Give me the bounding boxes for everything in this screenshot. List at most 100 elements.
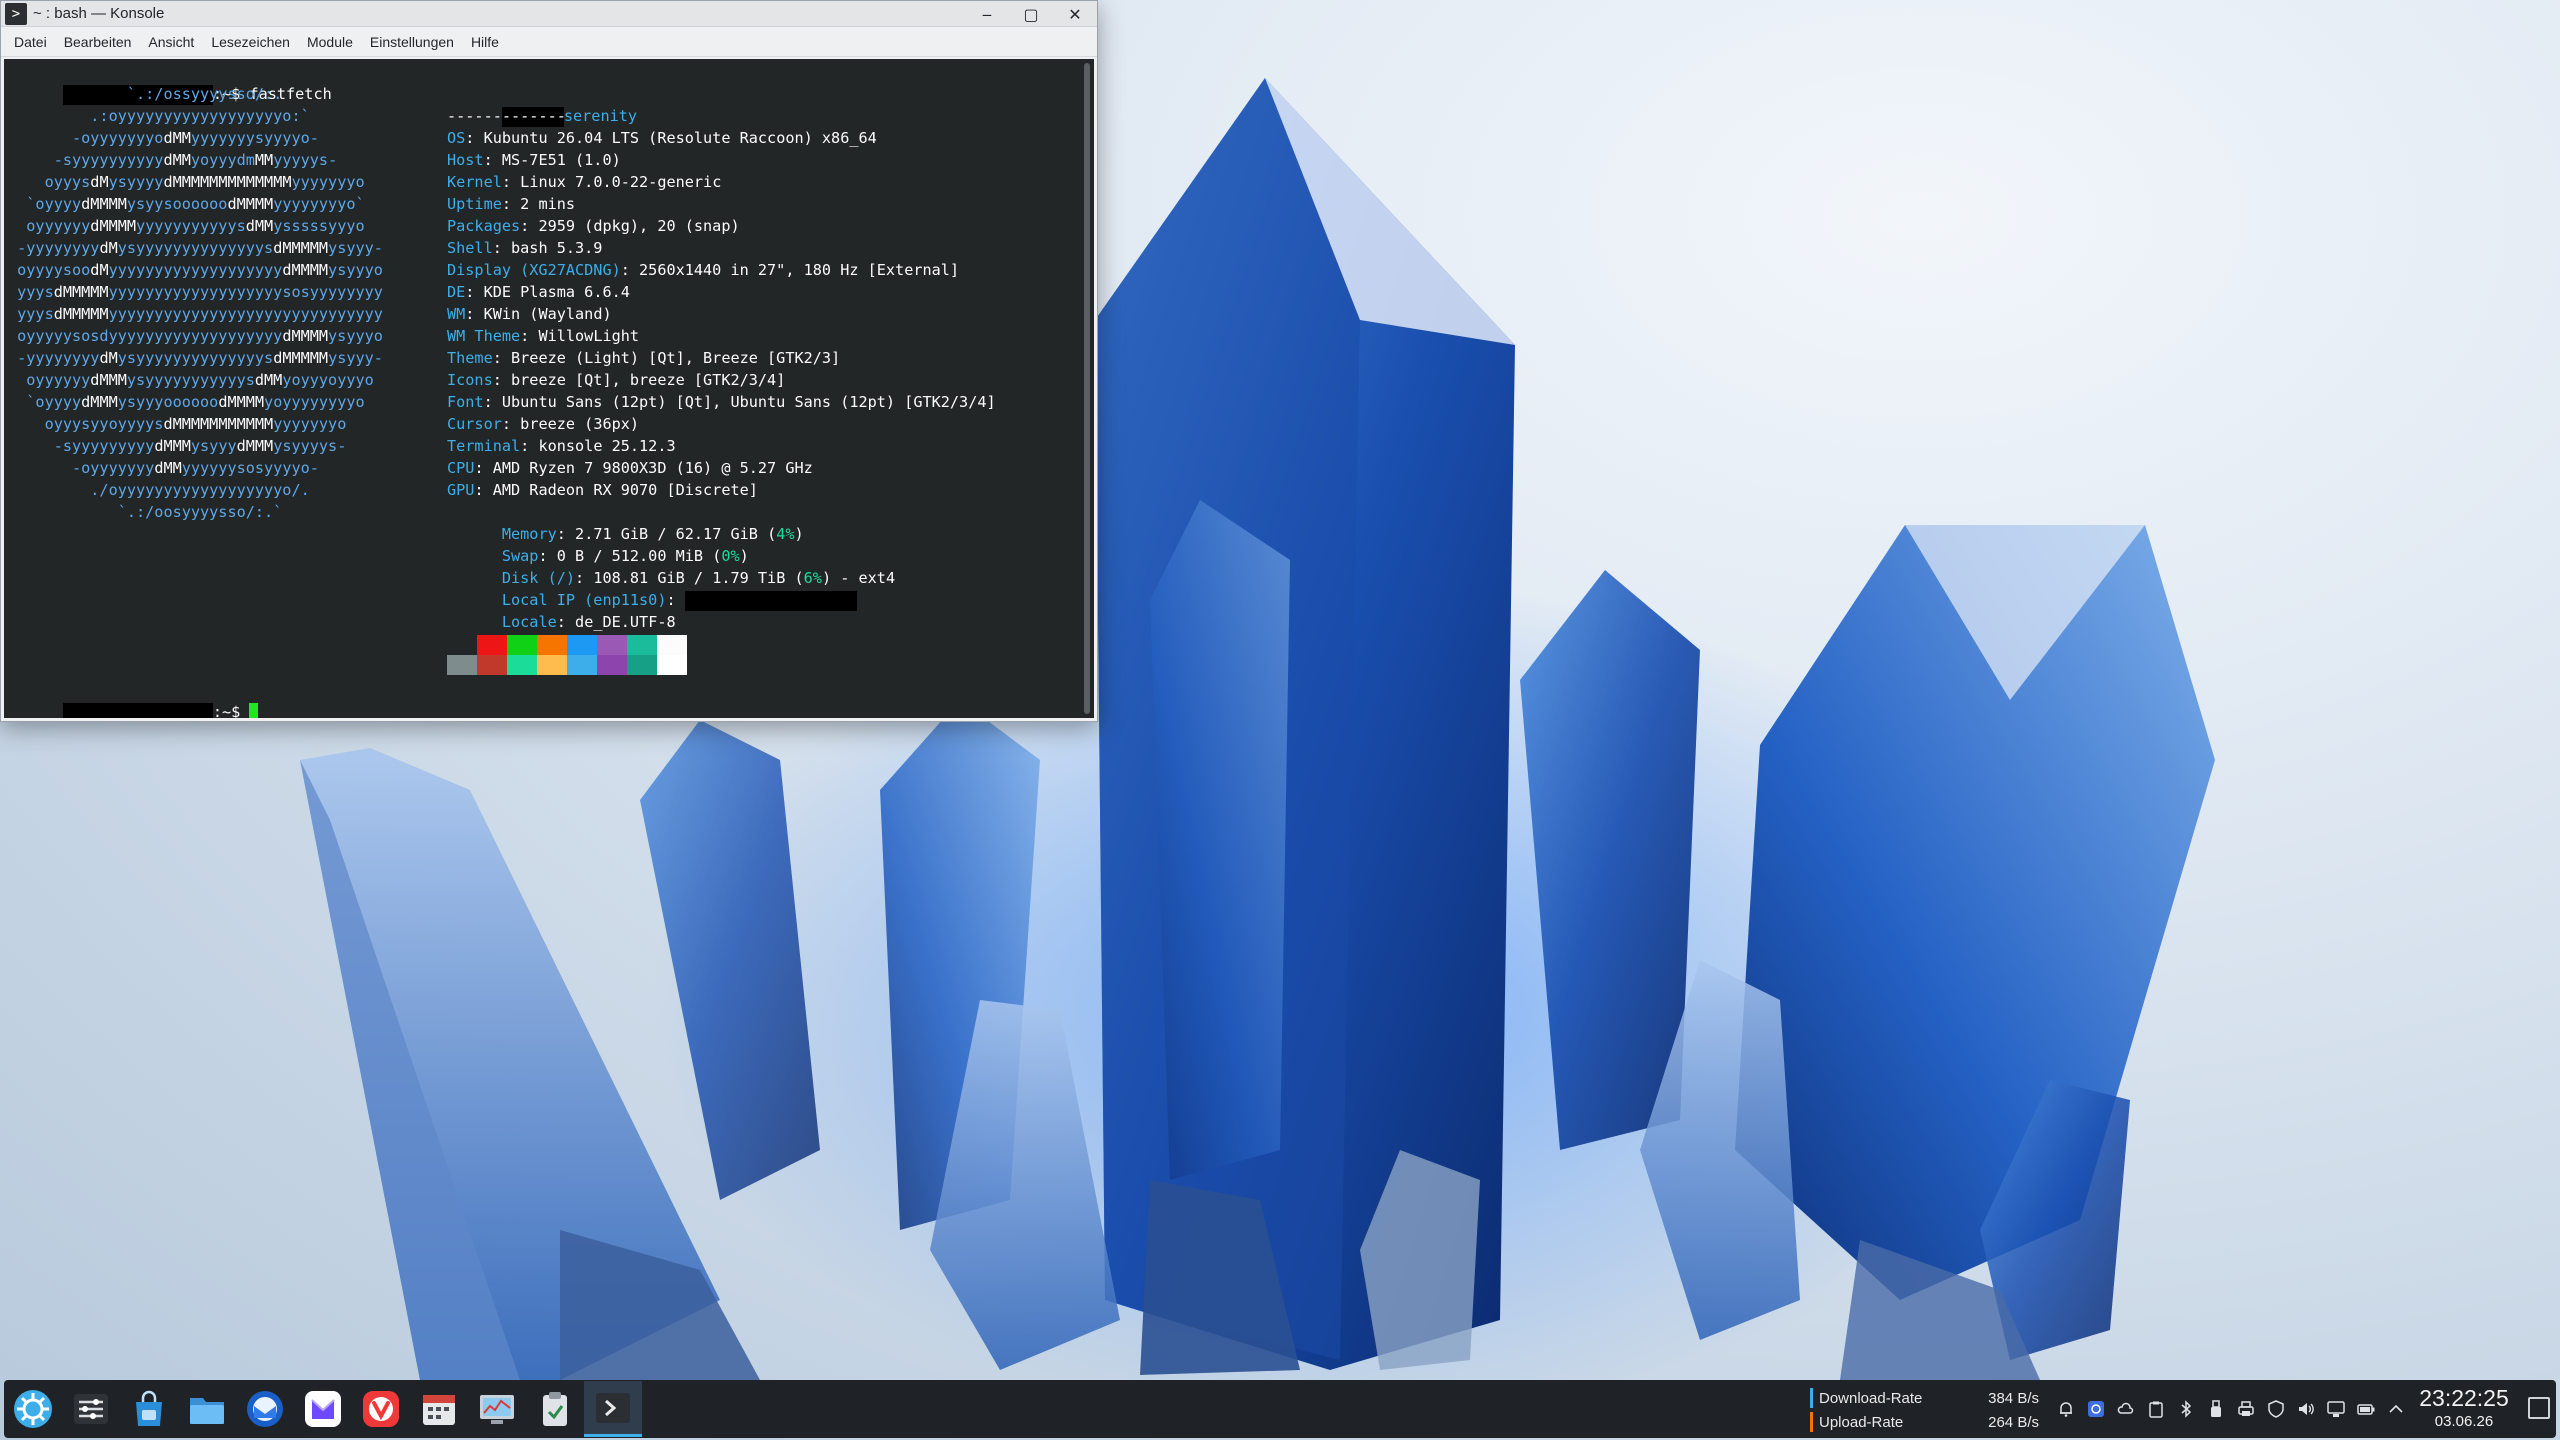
logo-line: oyyysdMysyyyydMMMMMMMMMMMMMyyyyyyyo [8,173,365,191]
palette-swatch [657,655,687,675]
logo-line: `.:/oosyyyysso/:.` [8,503,283,521]
palette-row-normal [447,635,687,655]
info-key: OS [447,129,466,147]
close-button[interactable]: ✕ [1055,1,1095,27]
menu-bar: Datei Bearbeiten Ansicht Lesezeichen Mod… [1,27,1097,57]
info-row: Shell: bash 5.3.9 [447,239,603,257]
logo-line: -oyyyyyyyodMMyyyyyyysyyyyo- [8,129,319,147]
printer-icon[interactable] [2236,1399,2256,1419]
download-rate-label: Download-Rate [1819,1389,1923,1407]
klipper-clipboard-button[interactable] [526,1381,584,1437]
info-row: Terminal: konsole 25.12.3 [447,437,676,455]
info-row: Kernel: Linux 7.0.0-22-generic [447,173,722,191]
menu-module[interactable]: Module [300,34,363,50]
window-titlebar[interactable]: > ~ : bash — Konsole ‒ ▢ ✕ [1,1,1097,27]
vpn-shield-icon[interactable] [2266,1399,2286,1419]
info-value: 2959 (dpkg), 20 (snap) [538,217,740,235]
system-monitor-button[interactable] [468,1381,526,1437]
monitor-chart-icon [480,1395,514,1424]
info-key: WM Theme [447,327,521,345]
info-key: Uptime [447,195,502,213]
active-prompt[interactable]: :~$ [8,679,259,718]
menu-lesezeichen[interactable]: Lesezeichen [204,34,300,50]
palette-swatch [507,655,537,675]
info-key: Terminal [447,437,521,455]
terminal-cursor [249,702,259,718]
proton-mail-icon [305,1391,341,1427]
info-value: Breeze (Light) [Qt], Breeze [GTK2/3] [511,349,841,367]
info-row: WM: KWin (Wayland) [447,305,612,323]
maximize-button[interactable]: ▢ [1011,1,1051,27]
thunderbird-button[interactable] [236,1381,294,1437]
clipboard-tray-icon[interactable] [2146,1399,2166,1419]
palette-swatch [627,635,657,655]
menu-einstellungen[interactable]: Einstellungen [363,34,464,50]
palette-swatch [537,635,567,655]
window-title: ~ : bash — Konsole [33,5,165,22]
logo-line: oyyyyyydMMMysyyyyyyyyyyysdMMyoyyyoyyyo [8,371,374,389]
info-value: 2 mins [520,195,576,213]
download-rate-value: 384 B/s [1988,1389,2039,1407]
bluetooth-icon[interactable] [2176,1399,2196,1419]
palette-row-bright [447,655,687,675]
konsole-task-button[interactable] [584,1381,642,1437]
info-row: Cursor: breeze (36px) [447,415,640,433]
terminal-output[interactable]: :~$ fastfetch `.:/ossyyyysso/:. .:oyyyyy… [4,59,1094,718]
menu-hilfe[interactable]: Hilfe [464,34,509,50]
network-speed-widget[interactable]: Download-Rate 384 B/s Upload-Rate 264 B/… [1810,1386,2050,1434]
palette-swatch [447,635,477,655]
terminal-icon [596,1392,630,1423]
logo-line: `oyyyydMMMysyyyoooooodMMMMyoyyyyyyyyo [8,393,365,411]
weather-icon[interactable] [2116,1399,2136,1419]
info-value: breeze [Qt], breeze [GTK2/3/4] [511,371,786,389]
upload-rate-value: 264 B/s [1988,1413,2039,1431]
notifications-bell-icon[interactable] [2056,1399,2076,1419]
info-value: 2560x1440 in 27", 180 Hz [External] [639,261,960,279]
konsole-window: > ~ : bash — Konsole ‒ ▢ ✕ Datei Bearbei… [0,0,1098,722]
dolphin-file-manager-button[interactable] [178,1381,236,1437]
info-value: konsole 25.12.3 [538,437,676,455]
info-value: MS-7E51 (1.0) [501,151,621,169]
konsole-app-icon[interactable]: > [5,2,27,25]
logo-line: oyyyysoodMyyyyyyyyyyyyyyyyyyydMMMMysyyyo [8,261,383,279]
logo-line: oyyyyysosdyyyyyyyyyyyyyyyyyyydMMMMysyyyo [8,327,383,345]
info-key: Cursor [447,415,502,433]
logo-line: ./oyyyyyyyyyyyyyyyyyyo/. [8,481,310,499]
menu-ansicht[interactable]: Ansicht [141,34,204,50]
terminal-scrollbar[interactable] [1084,63,1090,714]
system-settings-button[interactable] [62,1381,120,1437]
palette-swatch [567,655,597,675]
upload-rate-label: Upload-Rate [1819,1413,1904,1431]
palette-swatch [447,655,477,675]
kde-connect-icon[interactable] [2086,1399,2106,1419]
network-wired-icon[interactable] [2326,1399,2346,1419]
info-row: DE: KDE Plasma 6.6.4 [447,283,630,301]
plasma-panel: Download-Rate 384 B/s Upload-Rate 264 B/… [4,1380,2556,1438]
calendar-button[interactable] [410,1381,468,1437]
menu-bearbeiten[interactable]: Bearbeiten [57,34,142,50]
proton-mail-button[interactable] [294,1381,352,1437]
thunderbird-icon [247,1391,283,1427]
volume-icon[interactable] [2296,1399,2316,1419]
tray-expander-chevron-up-icon[interactable] [2386,1399,2406,1419]
info-key: Icons [447,371,493,389]
discover-button[interactable] [120,1381,178,1437]
minimize-button[interactable]: ‒ [967,1,1007,27]
info-key: Host [447,151,484,169]
vivaldi-icon [363,1391,399,1427]
palette-swatch [477,655,507,675]
info-row: Icons: breeze [Qt], breeze [GTK2/3/4] [447,371,786,389]
digital-clock[interactable]: 23:22:25 03.06.26 [2414,1384,2514,1432]
info-key: Kernel [447,173,502,191]
usb-device-icon[interactable] [2206,1399,2226,1419]
logo-line: -syyyyyyyyyydMMyoyyydmMMyyyyys- [8,151,338,169]
show-desktop-button[interactable] [2528,1397,2550,1419]
palette-swatch [507,635,537,655]
battery-icon[interactable] [2356,1399,2376,1419]
menu-datei[interactable]: Datei [7,34,57,50]
upload-rate-row: Upload-Rate 264 B/s [1810,1410,2050,1434]
logo-line: oyyyyyydMMMMyyyyyyyyyyysdMMysssssyyyo [8,217,365,235]
clipboard-icon [543,1392,567,1426]
application-launcher-button[interactable] [4,1381,62,1437]
vivaldi-button[interactable] [352,1381,410,1437]
